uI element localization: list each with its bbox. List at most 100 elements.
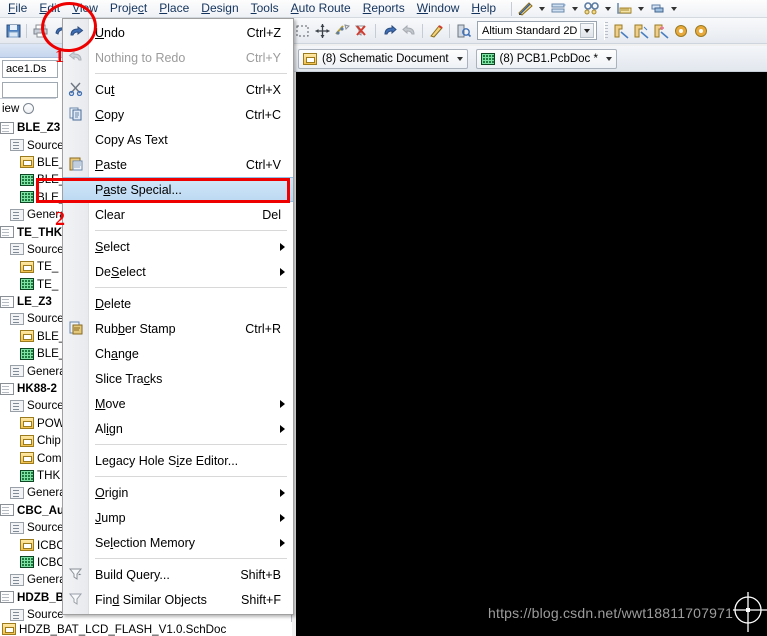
submenu-arrow-icon [280, 268, 285, 276]
menu-item-delete[interactable]: Delete [63, 291, 293, 316]
secondary-field[interactable] [2, 82, 58, 98]
menu-item-find-similar-objects[interactable]: Find Similar ObjectsShift+F [63, 587, 293, 612]
menu-item-nothing-to-redo[interactable]: Nothing to RedoCtrl+Y [63, 45, 293, 70]
route-net-interactive-icon[interactable] [631, 21, 651, 41]
tree-item-label: HK88-2 [17, 382, 57, 395]
tree-item-label: Source [27, 243, 64, 256]
print-icon[interactable] [30, 21, 50, 41]
highlight-pen-icon[interactable] [426, 21, 446, 41]
view-mode-row[interactable]: iew [0, 98, 56, 118]
menu-item-build-query[interactable]: Build Query...Shift+B [63, 562, 293, 587]
menu-item-label: Copy [95, 108, 245, 122]
menu-design[interactable]: Design [195, 0, 244, 17]
tree-item-label: Genera [27, 573, 66, 586]
menu-item-label: Move [95, 397, 272, 411]
save-icon[interactable] [3, 21, 23, 41]
menu-item-label: Select [95, 240, 272, 254]
place-via-icon[interactable] [671, 21, 691, 41]
menu-item-align[interactable]: Align [63, 416, 293, 441]
menu-auto-route[interactable]: Auto Route [285, 0, 357, 17]
redo-icon[interactable] [399, 21, 419, 41]
menu-help[interactable]: Help [465, 0, 502, 17]
chevron-down-icon[interactable] [638, 7, 644, 11]
menu-item-undo[interactable]: UndoCtrl+Z [63, 20, 293, 45]
measure-icon[interactable] [616, 1, 633, 16]
menu-item-clear[interactable]: ClearDel [63, 202, 293, 227]
route-net-icon[interactable] [611, 21, 631, 41]
move-icon[interactable] [312, 21, 332, 41]
clear-filter-icon[interactable] [352, 21, 372, 41]
folder-icon [10, 139, 24, 151]
menu-item-label: Origin [95, 486, 272, 500]
route-differential-pair-icon[interactable] [651, 21, 671, 41]
schematic-icon [20, 330, 34, 342]
chevron-down-icon[interactable] [580, 23, 594, 38]
ruler-pencil-icon[interactable] [517, 1, 534, 16]
menu-item-paste[interactable]: PasteCtrl+V [63, 152, 293, 177]
folder-icon [10, 400, 24, 412]
menu-view[interactable]: View [66, 0, 104, 17]
chevron-down-icon[interactable] [572, 7, 578, 11]
menu-file[interactable]: File [2, 0, 33, 17]
menu-item-copy[interactable]: CopyCtrl+C [63, 102, 293, 127]
menu-item-shortcut: Ctrl+V [246, 158, 285, 172]
menu-item-shortcut: Ctrl+X [246, 83, 285, 97]
pcb-canvas[interactable] [296, 72, 767, 636]
select-objects-icon[interactable] [332, 21, 352, 41]
pcb-icon [20, 556, 34, 568]
menu-item-copy-as-text[interactable]: Copy As Text [63, 127, 293, 152]
chevron-down-icon[interactable] [457, 57, 463, 61]
toolbar-grip[interactable] [604, 22, 608, 40]
pcb-icon [20, 278, 34, 290]
place-pad-icon[interactable] [691, 21, 711, 41]
menu-tools[interactable]: Tools [245, 0, 285, 17]
menu-item-jump[interactable]: Jump [63, 505, 293, 530]
chevron-down-icon[interactable] [606, 57, 612, 61]
menu-item-label: Undo [95, 26, 247, 40]
menu-item-move[interactable]: Move [63, 391, 293, 416]
tree-item-label: ICBC [37, 556, 65, 569]
menu-item-slice-tracks[interactable]: Slice Tracks [63, 366, 293, 391]
view-mode-radio[interactable] [23, 103, 34, 114]
tab-schematic-document[interactable]: (8) Schematic Document [298, 49, 468, 69]
menu-project[interactable]: Project [104, 0, 153, 17]
menu-place[interactable]: Place [153, 0, 195, 17]
menu-separator [95, 476, 287, 477]
chevron-down-icon[interactable] [671, 7, 677, 11]
menu-item-rubber-stamp[interactable]: Rubber StampCtrl+R [63, 316, 293, 341]
chevron-down-icon[interactable] [539, 7, 545, 11]
menu-item-origin[interactable]: Origin [63, 480, 293, 505]
layers-icon[interactable] [649, 1, 666, 16]
menu-item-cut[interactable]: CutCtrl+X [63, 77, 293, 102]
workspace-field[interactable]: ace1.Ds [2, 60, 58, 78]
menu-item-paste-special[interactable]: Paste Special... [63, 177, 293, 202]
view-config-label: Altium Standard 2D [482, 25, 577, 37]
menu-reports[interactable]: Reports [357, 0, 411, 17]
tree-item-label: TE_ [37, 260, 58, 273]
menu-window[interactable]: Window [411, 0, 466, 17]
tree-item-label: Source [27, 312, 64, 325]
select-area-icon[interactable] [292, 21, 312, 41]
binoculars-icon[interactable] [583, 1, 600, 16]
menu-item-change[interactable]: Change [63, 341, 293, 366]
menu-item-shortcut: Ctrl+C [245, 108, 285, 122]
project-tree-bottom-row[interactable]: HDZB_BAT_LCD_FLASH_V1.0.SchDoc [0, 622, 292, 636]
chevron-down-icon[interactable] [605, 7, 611, 11]
undo-icon[interactable] [379, 21, 399, 41]
pcb-icon [20, 191, 34, 203]
menu-edit[interactable]: Edit [33, 0, 66, 17]
menu-item-label: Rubber Stamp [95, 322, 245, 336]
layer-stack-icon[interactable] [550, 1, 567, 16]
tree-item-label: Source [27, 139, 64, 152]
menu-item-legacy-hole-size-editor[interactable]: Legacy Hole Size Editor... [63, 448, 293, 473]
menu-item-selection-memory[interactable]: Selection Memory [63, 530, 293, 555]
menu-item-deselect[interactable]: DeSelect [63, 259, 293, 284]
schematic-icon [2, 623, 16, 635]
schematic-icon [20, 539, 34, 551]
edit-dropdown-menu[interactable]: UndoCtrl+ZNothing to RedoCtrl+Y CutCtrl+X… [62, 18, 294, 615]
inspect-icon[interactable] [453, 21, 473, 41]
view-config-combo[interactable]: Altium Standard 2D [477, 21, 597, 40]
tab-pcb1-pcbdoc[interactable]: (8) PCB1.PcbDoc * [476, 49, 617, 69]
submenu-arrow-icon [280, 489, 285, 497]
menu-item-select[interactable]: Select [63, 234, 293, 259]
